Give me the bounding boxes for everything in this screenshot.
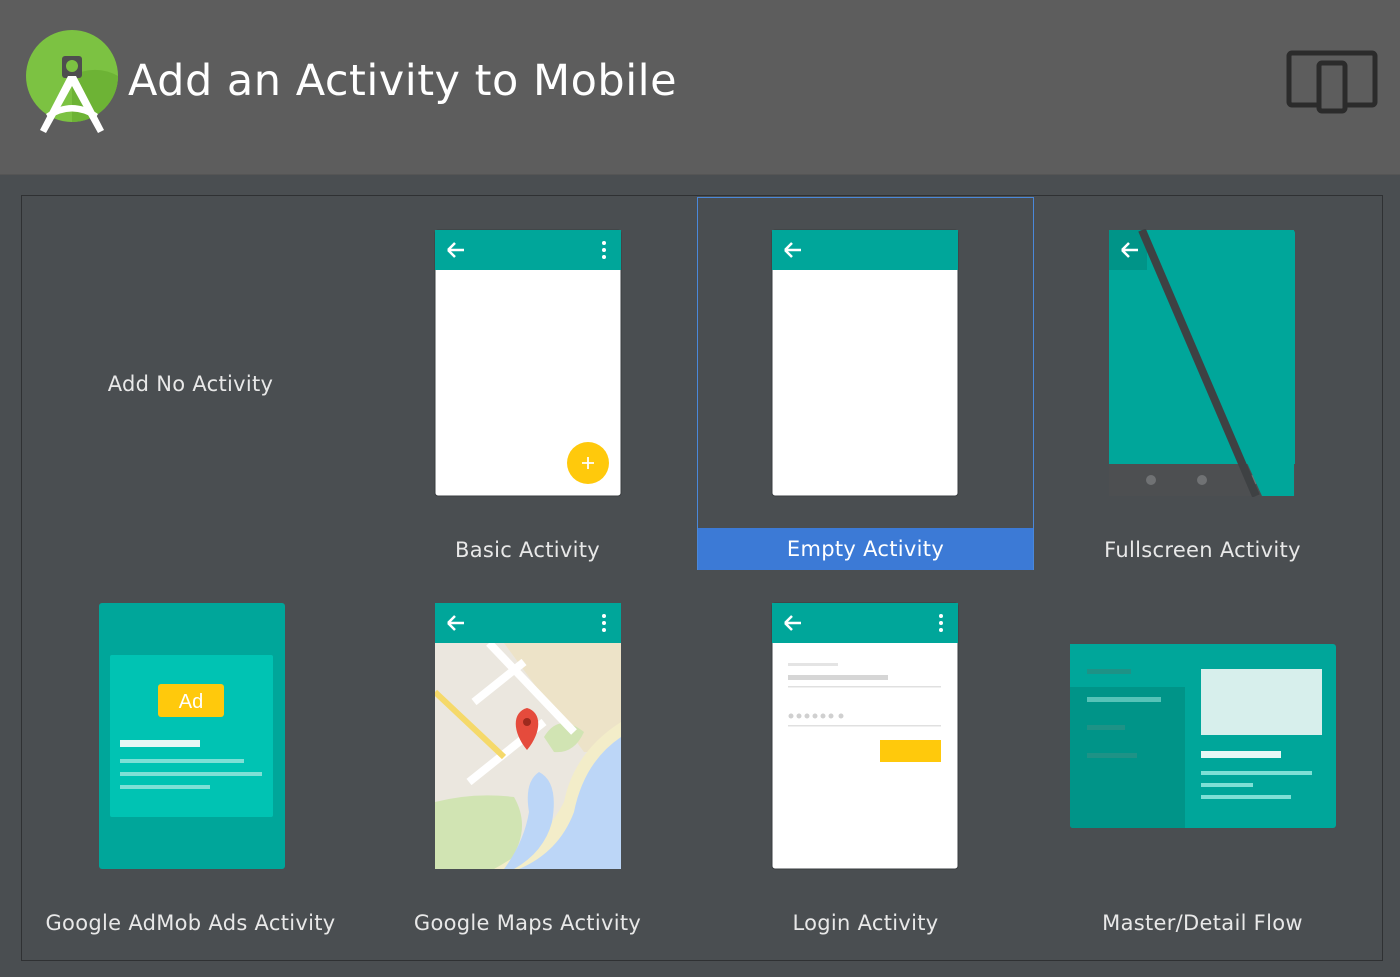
template-label: Add No Activity bbox=[107, 372, 274, 396]
template-maps-activity[interactable]: Google Maps Activity bbox=[359, 570, 696, 943]
template-label: Google AdMob Ads Activity bbox=[45, 911, 336, 935]
template-label: Master/Detail Flow bbox=[1102, 911, 1303, 935]
maps-activity-preview bbox=[434, 602, 622, 870]
tablet-phone-icon[interactable] bbox=[1286, 50, 1378, 114]
template-label: Fullscreen Activity bbox=[1104, 538, 1301, 562]
template-master-detail-flow[interactable]: Master/Detail Flow bbox=[1034, 570, 1371, 943]
empty-activity-preview bbox=[771, 229, 959, 497]
template-basic-activity[interactable]: Basic Activity bbox=[359, 197, 696, 570]
login-activity-preview bbox=[771, 602, 959, 870]
template-label: Google Maps Activity bbox=[413, 911, 642, 935]
fullscreen-activity-preview bbox=[1108, 229, 1296, 497]
dialog-header: Add an Activity to Mobile bbox=[0, 0, 1400, 175]
activity-template-gallery: Add No Activity Basic Activity Empty Act… bbox=[21, 195, 1383, 961]
page-title: Add an Activity to Mobile bbox=[128, 56, 678, 106]
template-empty-activity[interactable]: Empty Activity bbox=[697, 197, 1034, 570]
template-label: Login Activity bbox=[792, 911, 939, 935]
admob-activity-preview: Ad bbox=[98, 602, 286, 870]
template-label: Empty Activity bbox=[698, 528, 1033, 570]
basic-activity-preview bbox=[434, 229, 622, 497]
ad-badge: Ad bbox=[179, 691, 203, 713]
template-admob-activity[interactable]: Ad Google AdMob Ads Activity bbox=[22, 570, 359, 943]
template-login-activity[interactable]: Login Activity bbox=[697, 570, 1034, 943]
template-label: Basic Activity bbox=[454, 538, 600, 562]
template-fullscreen-activity[interactable]: Fullscreen Activity bbox=[1034, 197, 1371, 570]
master-detail-preview bbox=[1069, 643, 1337, 829]
template-add-no-activity[interactable]: Add No Activity bbox=[22, 197, 359, 570]
android-studio-icon bbox=[26, 30, 118, 133]
